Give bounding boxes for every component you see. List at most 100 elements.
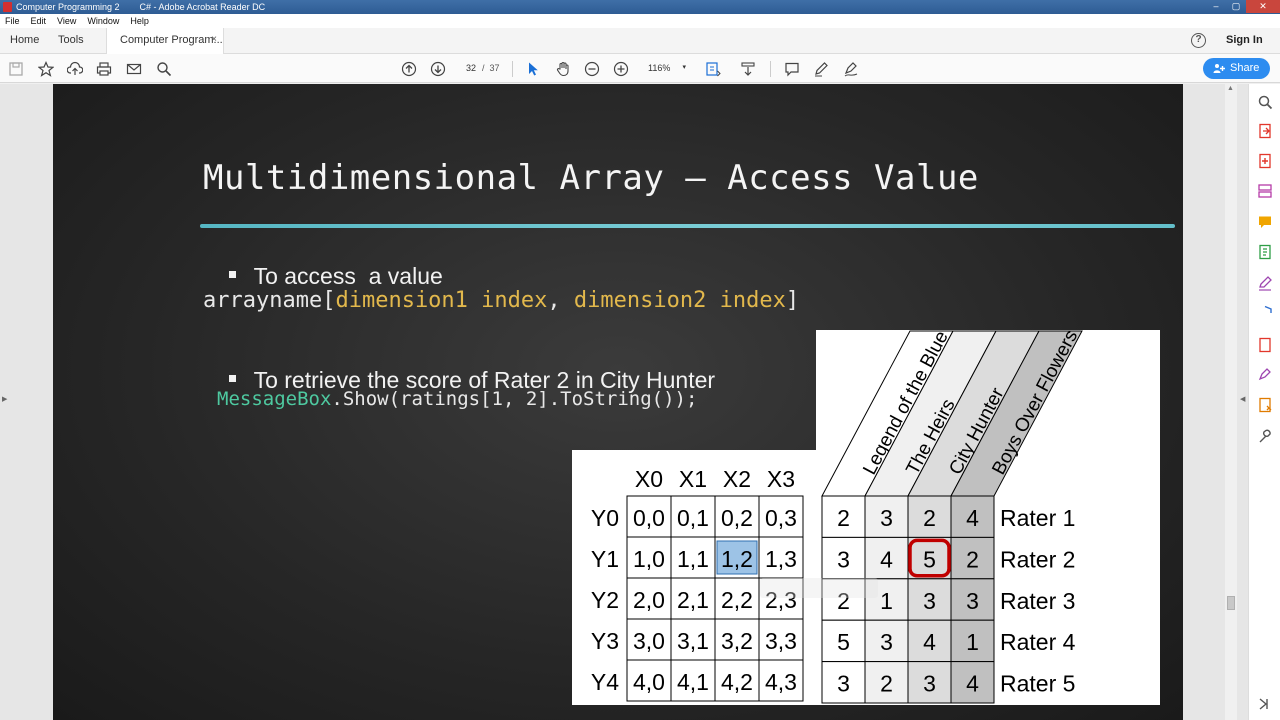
- sign-icon[interactable]: [1257, 367, 1273, 383]
- index-cell-label: 3,2: [721, 628, 753, 654]
- index-row-header: Y4: [591, 669, 619, 695]
- left-panel-toggle-icon[interactable]: ▶: [2, 395, 7, 403]
- scroll-up-icon[interactable]: ▲: [1227, 85, 1234, 92]
- create-pdf-icon[interactable]: [1257, 153, 1273, 169]
- index-cell-label: 3,0: [633, 628, 665, 654]
- bookmark-star-icon[interactable]: [37, 60, 55, 78]
- upload-cloud-icon[interactable]: [66, 60, 84, 78]
- rating-value: 2: [880, 671, 893, 697]
- vertical-scrollbar[interactable]: ▲: [1225, 84, 1237, 720]
- send-pdf-icon[interactable]: [1257, 337, 1273, 353]
- tab-close-icon[interactable]: ×: [211, 34, 217, 45]
- index-row-header: Y1: [591, 546, 619, 572]
- rating-value: 3: [837, 671, 850, 697]
- acrobat-app-icon: [3, 2, 12, 12]
- protect-icon[interactable]: [1257, 305, 1273, 321]
- zoom-in-icon[interactable]: [612, 60, 630, 78]
- rating-value: 5: [923, 546, 936, 572]
- bullet-marker: [228, 375, 236, 383]
- zoom-level-dropdown[interactable]: 116% ▾: [642, 61, 690, 75]
- tab-home[interactable]: Home: [10, 34, 39, 46]
- menu-bar: File Edit View Window Help: [0, 14, 1280, 28]
- scrollbar-thumb[interactable]: [1227, 596, 1235, 610]
- share-label: Share: [1230, 62, 1260, 74]
- menu-window[interactable]: Window: [87, 14, 119, 28]
- index-cell-label: 1,2: [721, 546, 753, 572]
- zoom-search-icon[interactable]: [1257, 94, 1273, 110]
- zoom-out-icon[interactable]: [583, 60, 601, 78]
- maximize-button[interactable]: ▢: [1226, 0, 1246, 13]
- rater-label: Rater 5: [1000, 671, 1075, 697]
- select-cursor-icon[interactable]: [524, 60, 542, 78]
- save-icon[interactable]: [7, 60, 25, 78]
- index-col-header: X2: [723, 466, 751, 492]
- menu-view[interactable]: View: [57, 14, 76, 28]
- syntax-comma: ,: [547, 288, 574, 313]
- fit-page-icon[interactable]: [704, 60, 722, 78]
- share-button[interactable]: Share: [1203, 58, 1270, 79]
- menu-file[interactable]: File: [5, 14, 20, 28]
- help-icon[interactable]: ?: [1191, 33, 1206, 48]
- index-cell-label: 2,0: [633, 587, 665, 613]
- index-cell-label: 0,1: [677, 505, 709, 531]
- email-icon[interactable]: [125, 60, 143, 78]
- index-row-header: Y0: [591, 505, 619, 531]
- rating-value: 3: [837, 546, 850, 572]
- rating-value: 3: [880, 629, 893, 655]
- syntax-param2: dimension2 index: [573, 288, 786, 313]
- slide-title: Multidimensional Array – Access Value: [203, 158, 979, 198]
- organize-pages-icon[interactable]: [1257, 183, 1273, 199]
- rating-value: 2: [837, 505, 850, 531]
- expand-icon[interactable]: [1257, 696, 1273, 712]
- tab-document-label: Computer Program...: [120, 34, 223, 46]
- tab-bar: Home Tools Computer Program... × ? Sign …: [0, 28, 1280, 54]
- rating-value: 1: [880, 588, 893, 614]
- scroll-mode-icon[interactable]: [739, 60, 757, 78]
- index-col-header: X1: [679, 466, 707, 492]
- hand-tool-icon[interactable]: [554, 60, 572, 78]
- previous-page-icon[interactable]: [400, 60, 418, 78]
- fill-sign-icon[interactable]: [1257, 275, 1273, 291]
- comment-icon[interactable]: [783, 60, 801, 78]
- main-toolbar: 32 / 37 116% ▾ Share: [0, 54, 1280, 83]
- rating-value: 4: [923, 629, 936, 655]
- page-number-input[interactable]: 32: [460, 61, 482, 75]
- window-title: Computer Programming 2 C# - Adobe Acroba…: [16, 2, 266, 12]
- rater-label: Rater 3: [1000, 588, 1075, 614]
- next-page-icon[interactable]: [429, 60, 447, 78]
- search-icon[interactable]: [155, 60, 173, 78]
- toolbar-divider: [512, 61, 513, 77]
- sign-pen-icon[interactable]: [842, 60, 860, 78]
- index-cell-label: 1,1: [677, 546, 709, 572]
- edit-pdf-icon[interactable]: [1257, 244, 1273, 260]
- syntax-close-bracket: ]: [785, 288, 800, 313]
- chevron-down-icon: ▾: [682, 64, 686, 71]
- index-cell-label: 0,0: [633, 505, 665, 531]
- syntax-arrayname: arrayname: [203, 288, 323, 313]
- menu-help[interactable]: Help: [130, 14, 149, 28]
- index-row-header: Y3: [591, 628, 619, 654]
- page-total: / 37: [482, 63, 500, 73]
- rating-value: 4: [880, 546, 893, 572]
- syntax-line: arrayname[dimension1 index, dimension2 i…: [203, 288, 799, 313]
- index-cell-label: 4,1: [677, 669, 709, 695]
- minimize-button[interactable]: –: [1206, 0, 1226, 13]
- send-track-icon[interactable]: [1257, 397, 1273, 413]
- close-window-button[interactable]: ✕: [1246, 0, 1280, 13]
- zoom-level-value: 116%: [648, 63, 671, 73]
- comment-icon[interactable]: [1257, 214, 1273, 230]
- tab-tools[interactable]: Tools: [58, 34, 84, 46]
- bullet-marker: [228, 271, 236, 279]
- more-tools-icon[interactable]: [1257, 429, 1273, 445]
- print-icon[interactable]: [95, 60, 113, 78]
- highlight-pen-icon[interactable]: [812, 60, 830, 78]
- menu-edit[interactable]: Edit: [31, 14, 47, 28]
- export-pdf-icon[interactable]: [1257, 123, 1273, 139]
- right-panel-toggle-icon[interactable]: ◀: [1240, 395, 1245, 403]
- rating-value: 4: [966, 505, 979, 531]
- tab-document[interactable]: Computer Program... ×: [106, 28, 224, 54]
- index-cell-label: 2,2: [721, 587, 753, 613]
- rater-label: Rater 4: [1000, 629, 1076, 655]
- sign-in-link[interactable]: Sign In: [1226, 34, 1263, 46]
- floating-page-toolbar[interactable]: [760, 578, 878, 598]
